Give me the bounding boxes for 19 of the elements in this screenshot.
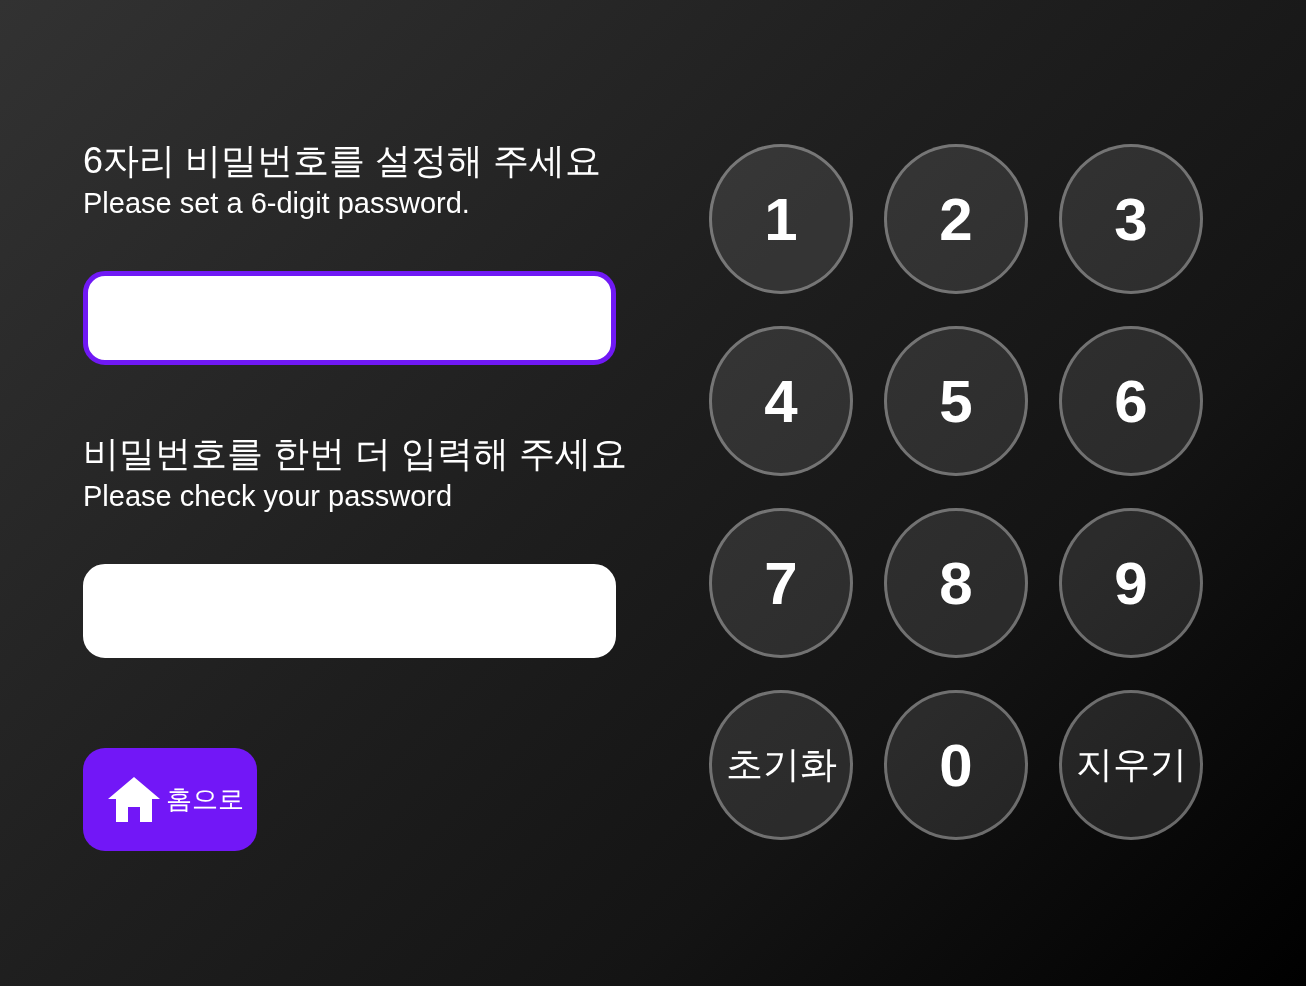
digit-key[interactable]: 6 xyxy=(1059,326,1203,476)
digit-key[interactable]: 1 xyxy=(709,144,853,294)
home-button[interactable]: 홈으로 xyxy=(83,748,257,851)
digit-key[interactable]: 5 xyxy=(884,326,1028,476)
digit-key[interactable]: 8 xyxy=(884,508,1028,658)
digit-key[interactable]: 9 xyxy=(1059,508,1203,658)
prompt-title: 6자리 비밀번호를 설정해 주세요 xyxy=(83,139,602,183)
prompt-subtitle: Please check your password xyxy=(83,479,453,514)
digit-key[interactable]: 2 xyxy=(884,144,1028,294)
prompt-subtitle: Please set a 6-digit password. xyxy=(83,186,470,221)
digit-key[interactable]: 3 xyxy=(1059,144,1203,294)
digit-key[interactable]: 0 xyxy=(884,690,1028,840)
digit-key[interactable]: 7 xyxy=(709,508,853,658)
home-icon xyxy=(108,777,160,822)
clear-key[interactable]: 초기화 xyxy=(709,690,853,840)
password-field[interactable] xyxy=(83,271,616,365)
backspace-key[interactable]: 지우기 xyxy=(1059,690,1203,840)
prompt-title: 비밀번호를 한번 더 입력해 주세요 xyxy=(83,432,627,476)
digit-key[interactable]: 4 xyxy=(709,326,853,476)
